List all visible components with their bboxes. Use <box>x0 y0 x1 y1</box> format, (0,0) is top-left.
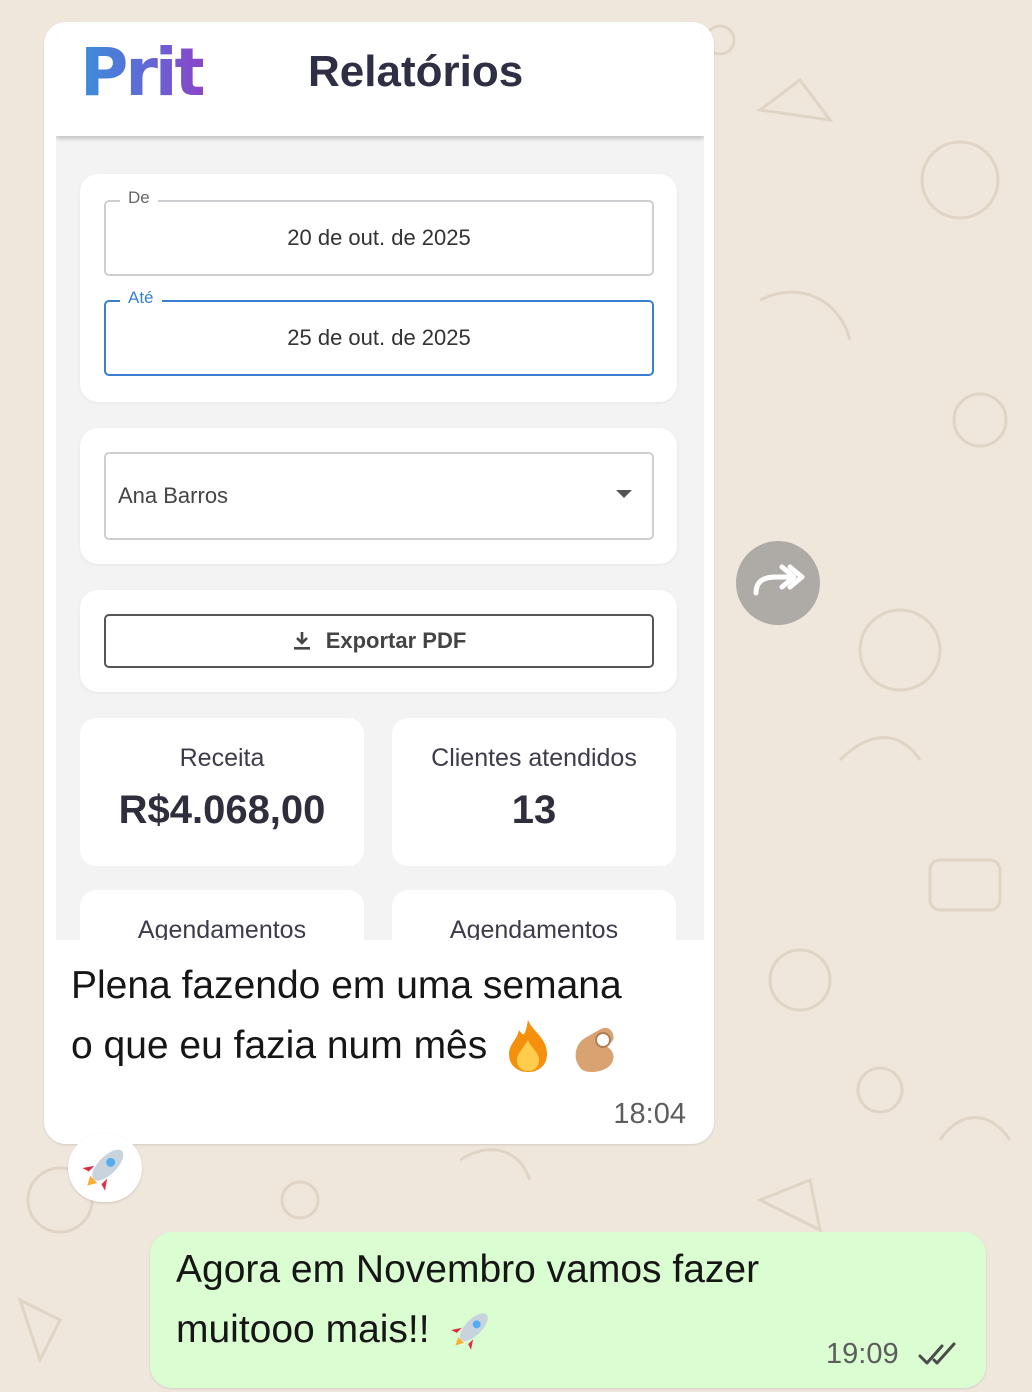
read-ticks-icon <box>918 1342 956 1365</box>
revenue-value: R$4.068,00 <box>118 788 326 832</box>
from-date-label: De <box>120 188 158 208</box>
to-date-value: 25 de out. de 2025 <box>287 325 471 350</box>
message-reaction[interactable] <box>68 1134 142 1202</box>
outgoing-message-time: 19:09 <box>826 1338 899 1370</box>
forward-button[interactable] <box>736 541 820 625</box>
from-date-field[interactable]: De 20 de out. de 2025 <box>104 188 654 276</box>
professional-select[interactable]: Ana Barros <box>104 452 654 540</box>
ok-hand-emoji <box>575 1027 614 1072</box>
incoming-message-bubble[interactable]: Prit Relatórios De 20 de out. de 2025 At… <box>44 22 714 1144</box>
fire-emoji <box>509 1020 548 1072</box>
prit-logo: Prit <box>80 34 206 111</box>
export-card: Exportar PDF <box>80 590 677 692</box>
outgoing-line-2: muitooo mais!! <box>176 1308 430 1351</box>
to-date-field[interactable]: Até 25 de out. de 2025 <box>104 288 654 376</box>
from-date-value: 20 de out. de 2025 <box>287 225 471 250</box>
outgoing-message-bubble[interactable]: Agora em Novembro vamos fazer muitooo ma… <box>150 1232 986 1388</box>
appointments-title: Agendamentos <box>137 916 307 940</box>
rocket-emoji <box>82 1149 124 1191</box>
outgoing-message-text: Agora em Novembro vamos fazer muitooo ma… <box>176 1240 876 1360</box>
incoming-message-text: Plena fazendo em uma semana o que eu faz… <box>71 956 691 1076</box>
export-pdf-label: Exportar PDF <box>325 628 467 653</box>
to-date-label: Até <box>120 288 162 308</box>
forward-icon <box>753 564 805 596</box>
clients-value: 13 <box>511 788 557 832</box>
page-title: Relatórios <box>308 47 524 96</box>
incoming-line-1: Plena fazendo em uma semana <box>71 964 622 1007</box>
date-range-card: De 20 de out. de 2025 Até 25 de out. de … <box>80 174 677 402</box>
rocket-emoji <box>450 1313 488 1350</box>
incoming-line-2-row: o que eu fazia num mês <box>71 1016 691 1076</box>
appointments-card-2: Agendamentos <box>392 890 676 940</box>
export-pdf-button[interactable]: Exportar PDF <box>104 614 654 668</box>
clients-card: Clientes atendidos 13 <box>392 718 676 866</box>
revenue-title: Receita <box>179 744 265 772</box>
report-screenshot-image[interactable]: Prit Relatórios De 20 de out. de 2025 At… <box>56 22 704 940</box>
caret-down-icon <box>616 490 632 498</box>
clients-title: Clientes atendidos <box>431 744 637 772</box>
revenue-card: Receita R$4.068,00 <box>80 718 364 866</box>
appointments-title-2: Agendamentos <box>449 916 619 940</box>
incoming-line-2: o que eu fazia num mês <box>71 1024 488 1067</box>
incoming-message-time: 18:04 <box>613 1098 686 1130</box>
outgoing-line-1: Agora em Novembro vamos fazer <box>176 1248 760 1291</box>
professional-select-value: Ana Barros <box>118 483 229 508</box>
professional-card: Ana Barros <box>80 428 677 564</box>
app-header: Prit Relatórios <box>56 22 704 136</box>
outgoing-line-2-row: muitooo mais!! <box>176 1300 876 1360</box>
appointments-card: Agendamentos <box>80 890 364 940</box>
download-icon <box>293 632 310 650</box>
